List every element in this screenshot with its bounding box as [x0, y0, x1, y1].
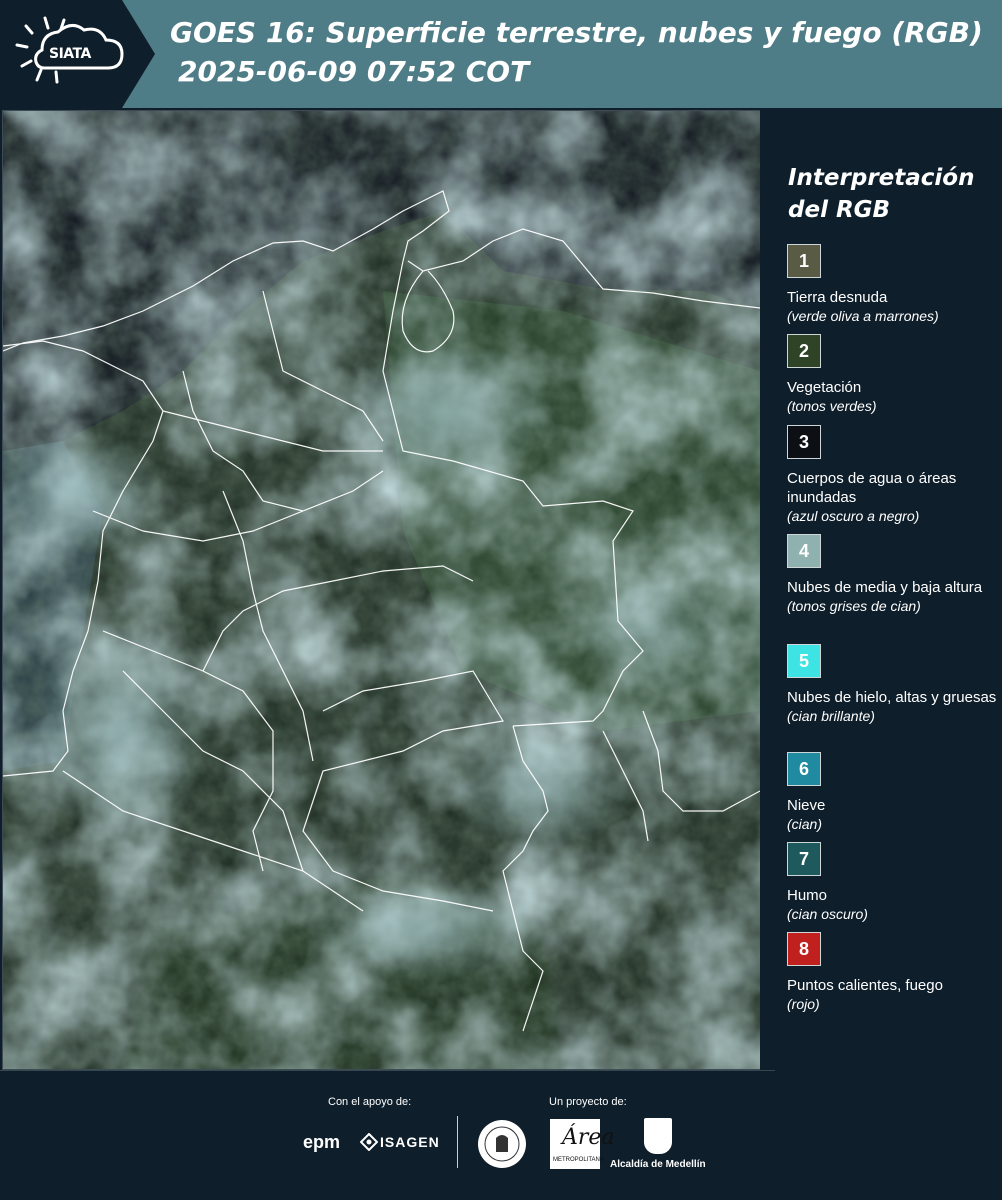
legend-item-bare-soil: 1 Tierra desnuda (verde oliva a marrones… — [787, 244, 997, 325]
legend-swatch: 7 — [787, 842, 821, 876]
project-label: Un proyecto de: — [549, 1096, 627, 1108]
legend-item-desc: (verde oliva a marrones) — [787, 308, 939, 324]
satellite-map[interactable] — [2, 110, 761, 1070]
legend-item-desc: (tonos verdes) — [787, 398, 877, 414]
legend-swatch: 4 — [787, 534, 821, 568]
legend-swatch: 6 — [787, 752, 821, 786]
area-metropolitana-script: Área — [562, 1125, 615, 1150]
legend-swatch: 5 — [787, 644, 821, 678]
legend-swatch: 1 — [787, 244, 821, 278]
page-timestamp: 2025-06-09 07:52 COT — [178, 55, 530, 88]
legend-item-smoke: 7 Humo (cian oscuro) — [787, 842, 997, 923]
alcaldia-shield-icon — [644, 1118, 672, 1154]
legend-item-label: Nieve — [787, 797, 826, 814]
legend-item-snow: 6 Nieve (cian) — [787, 752, 997, 833]
legend-swatch: 2 — [787, 334, 821, 368]
legend-item-label: Nubes de hielo, altas y gruesas — [787, 689, 997, 706]
legend-item-label: Nubes de media y baja altura — [787, 579, 983, 596]
area-metropolitana-text: METROPOLITANA — [553, 1157, 604, 1163]
legend-item-desc: (rojo) — [787, 996, 820, 1012]
legend-panel: Interpretación del RGB 1 Tierra desnuda … — [760, 110, 1002, 1070]
alcaldia-logo-text: Alcaldía de Medellín — [610, 1159, 706, 1170]
legend-title: Interpretación del RGB — [788, 162, 974, 226]
legend-item-desc: (cian brillante) — [787, 708, 875, 724]
legend-item-low-clouds: 4 Nubes de media y baja altura (tonos gr… — [787, 534, 997, 615]
legend-item-label: Cuerpos de agua o áreas inundadas — [787, 470, 957, 506]
isagen-logo: ISAGEN — [380, 1134, 440, 1150]
university-seal-icon — [478, 1120, 526, 1168]
header-bar: SIATA GOES 16: Superficie terrestre, nub… — [0, 0, 1002, 108]
legend-item-desc: (tonos grises de cian) — [787, 598, 921, 614]
epm-logo: epm — [303, 1132, 341, 1152]
satellite-map-image — [3, 111, 760, 1069]
legend-item-label: Vegetación — [787, 379, 862, 396]
legend-swatch: 8 — [787, 932, 821, 966]
legend-item-ice-clouds: 5 Nubes de hielo, altas y gruesas (cian … — [787, 644, 997, 725]
legend-item-fire: 8 Puntos calientes, fuego (rojo) — [787, 932, 997, 1013]
legend-item-water: 3 Cuerpos de agua o áreas inundadas (azu… — [787, 425, 997, 525]
legend-item-label: Humo — [787, 887, 828, 904]
area-metropolitana-logo: Área METROPOLITANA — [550, 1119, 615, 1169]
siata-logo: SIATA — [0, 0, 160, 108]
legend-item-desc: (azul oscuro a negro) — [787, 508, 920, 524]
legend-item-label: Tierra desnuda — [787, 289, 888, 306]
legend-item-desc: (cian oscuro) — [787, 906, 868, 922]
legend-title-line1: Interpretación — [788, 165, 975, 191]
footer-separator — [457, 1116, 458, 1168]
page-title: GOES 16: Superficie terrestre, nubes y f… — [170, 16, 983, 49]
footer-divider — [0, 1070, 775, 1071]
support-label: Con el apoyo de: — [328, 1096, 412, 1108]
footer: Con el apoyo de: Un proyecto de: epm ISA… — [0, 1070, 1002, 1200]
siata-logo-text: SIATA — [49, 46, 91, 62]
isagen-icon — [360, 1133, 378, 1151]
legend-item-vegetation: 2 Vegetación (tonos verdes) — [787, 334, 997, 415]
legend-item-label: Puntos calientes, fuego — [787, 977, 943, 994]
legend-item-desc: (cian) — [787, 816, 823, 832]
legend-title-line2: del RGB — [788, 197, 891, 223]
legend-swatch: 3 — [787, 425, 821, 459]
